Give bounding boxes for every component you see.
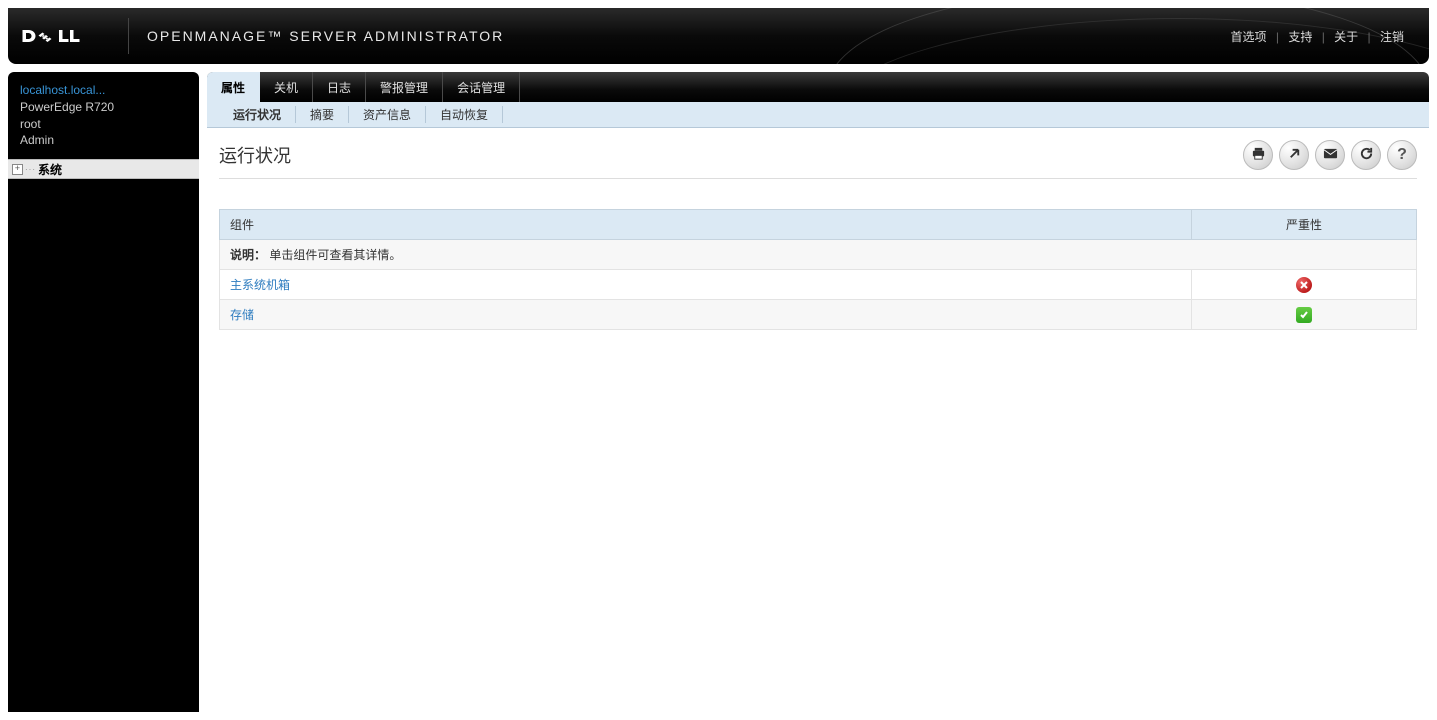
- sysinfo-role: Admin: [20, 132, 187, 149]
- export-button[interactable]: [1279, 140, 1309, 170]
- tab-alerts[interactable]: 警报管理: [366, 72, 443, 102]
- sysinfo-user: root: [20, 116, 187, 133]
- description-text: 单击组件可查看其详情。: [269, 248, 401, 262]
- subtab-autorecovery[interactable]: 自动恢复: [426, 106, 503, 123]
- link-support[interactable]: 支持: [1288, 30, 1312, 44]
- sysinfo-host: localhost.local...: [20, 82, 187, 99]
- help-icon: ?: [1397, 146, 1407, 164]
- email-button[interactable]: [1315, 140, 1345, 170]
- page-header: 运行状况: [219, 140, 1417, 179]
- sysinfo-model: PowerEdge R720: [20, 99, 187, 116]
- link-preferences[interactable]: 首选项: [1231, 30, 1267, 44]
- tab-session[interactable]: 会话管理: [443, 72, 520, 102]
- sub-tabs: 运行状况 摘要 资产信息 自动恢复: [207, 102, 1429, 128]
- header-links: 首选项 | 支持 | 关于 | 注销: [1231, 28, 1405, 45]
- tab-shutdown[interactable]: 关机: [260, 72, 313, 102]
- subtab-summary[interactable]: 摘要: [296, 106, 349, 123]
- nav-tree: + ··· 系统: [8, 159, 199, 179]
- col-severity: 严重性: [1192, 210, 1417, 240]
- link-logout[interactable]: 注销: [1380, 30, 1404, 44]
- header-divider: [128, 18, 129, 54]
- tree-node-system[interactable]: + ··· 系统: [8, 160, 199, 178]
- tree-node-label: 系统: [38, 161, 62, 178]
- dell-logo: [20, 25, 110, 47]
- main-content: 属性 关机 日志 警报管理 会话管理 运行状况 摘要 资产信息 自动恢复 运行状…: [207, 72, 1429, 712]
- col-component: 组件: [220, 210, 1192, 240]
- table-description-row: 说明： 单击组件可查看其详情。: [220, 240, 1417, 270]
- subtab-health[interactable]: 运行状况: [219, 106, 296, 123]
- health-table-wrap: 组件 严重性 说明： 单击组件可查看其详情。 主系统机箱: [219, 209, 1417, 330]
- sidebar: localhost.local... PowerEdge R720 root A…: [8, 72, 199, 712]
- app-title: OPENMANAGE™ SERVER ADMINISTRATOR: [147, 28, 504, 44]
- print-icon: [1251, 146, 1266, 164]
- component-link-storage[interactable]: 存储: [230, 308, 254, 322]
- content-area: 运行状况: [207, 128, 1429, 330]
- email-icon: [1323, 146, 1338, 164]
- toolbar: ?: [1243, 140, 1417, 170]
- health-table: 组件 严重性 说明： 单击组件可查看其详情。 主系统机箱: [219, 209, 1417, 330]
- tab-logs[interactable]: 日志: [313, 72, 366, 102]
- subtab-asset[interactable]: 资产信息: [349, 106, 426, 123]
- primary-tabs: 属性 关机 日志 警报管理 会话管理: [207, 72, 1429, 102]
- help-button[interactable]: ?: [1387, 140, 1417, 170]
- app-header: OPENMANAGE™ SERVER ADMINISTRATOR 首选项 | 支…: [8, 8, 1429, 64]
- system-info: localhost.local... PowerEdge R720 root A…: [8, 72, 199, 159]
- table-row: 存储: [220, 300, 1417, 330]
- print-button[interactable]: [1243, 140, 1273, 170]
- description-label: 说明：: [230, 248, 266, 262]
- link-about[interactable]: 关于: [1334, 30, 1358, 44]
- export-icon: [1287, 146, 1302, 164]
- component-link-chassis[interactable]: 主系统机箱: [230, 278, 290, 292]
- tab-properties[interactable]: 属性: [207, 72, 260, 102]
- tree-connector: ···: [25, 165, 36, 174]
- severity-ok-icon: [1296, 307, 1312, 323]
- tree-expander-icon[interactable]: +: [12, 164, 23, 175]
- table-row: 主系统机箱: [220, 270, 1417, 300]
- page-title: 运行状况: [219, 142, 291, 168]
- refresh-icon: [1359, 146, 1374, 164]
- severity-critical-icon: [1296, 277, 1312, 293]
- refresh-button[interactable]: [1351, 140, 1381, 170]
